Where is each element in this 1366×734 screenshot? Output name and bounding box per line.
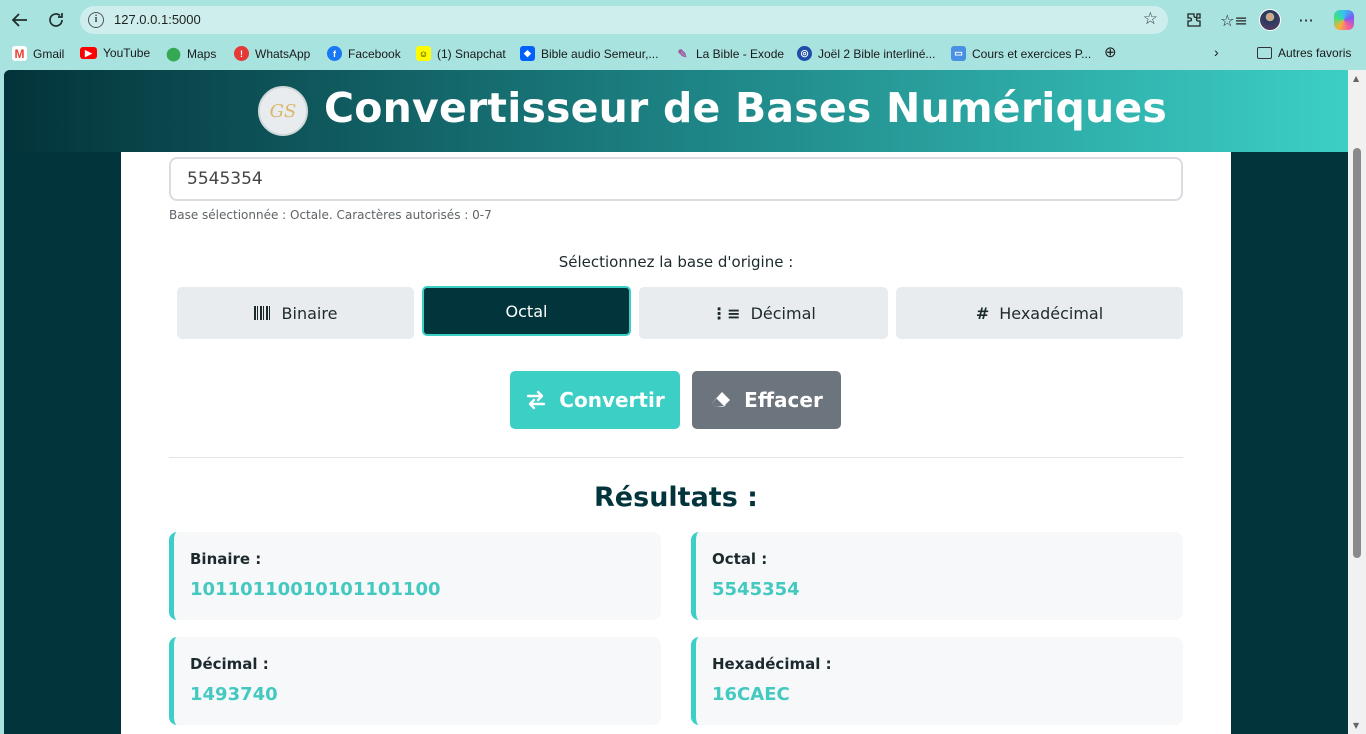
bookmark-label: (1) Snapchat (437, 46, 506, 61)
results-title: Résultats : (594, 482, 758, 513)
barcode-icon (253, 306, 272, 320)
base-hint: Base sélectionnée : Octale. Caractères a… (169, 208, 492, 222)
base-decimal-button[interactable]: ⋮≡ Décimal (639, 287, 888, 339)
app-logo: GS (258, 86, 308, 136)
globe-icon[interactable]: ⊕ (1104, 43, 1117, 61)
result-binary: Binaire : 10110110010101101100 (169, 532, 661, 620)
bookmark-joel[interactable]: ◎ Joël 2 Bible interliné... (797, 46, 935, 61)
base-hex-button[interactable]: # Hexadécimal (896, 287, 1183, 339)
convert-button[interactable]: Convertir (510, 371, 680, 429)
result-hex-value: 16CAEC (712, 684, 790, 705)
address-url[interactable]: 127.0.0.1:5000 (114, 12, 201, 27)
more-menu-icon[interactable]: ··· (1294, 8, 1318, 32)
other-favorites-label: Autres favoris (1278, 46, 1352, 60)
logo-text: GS (269, 100, 297, 122)
bible-globe-icon: ◎ (797, 46, 812, 61)
result-decimal: Décimal : 1493740 (169, 637, 661, 725)
result-decimal-value: 1493740 (190, 684, 278, 705)
bookmarks-bar: M Gmail ▶ YouTube ⬤ Maps ! WhatsApp f Fa… (0, 40, 1366, 68)
bookmark-label: La Bible - Exode (696, 46, 785, 61)
select-base-label: Sélectionnez la base d'origine : (558, 253, 794, 271)
base-octal-label: Octal (505, 301, 548, 321)
page-scrollbar[interactable]: ▲ ▼ (1348, 70, 1366, 734)
maps-icon: ⬤ (166, 45, 181, 61)
bookmark-gmail[interactable]: M Gmail (12, 46, 64, 61)
dropbox-icon: ◆ (520, 46, 535, 61)
bookmark-label: Cours et exercices P... (972, 46, 1092, 61)
copilot-logo (1334, 10, 1354, 30)
bookmark-facebook[interactable]: f Facebook (327, 46, 401, 61)
bookmark-label: WhatsApp (255, 46, 311, 61)
exchange-icon (527, 390, 546, 410)
avatar (1259, 9, 1281, 31)
convert-label: Convertir (559, 388, 665, 412)
bookmark-label: Joël 2 Bible interliné... (818, 46, 936, 61)
result-decimal-label: Décimal : (190, 655, 269, 673)
bible-icon: ✎ (677, 46, 688, 61)
base-octal-button[interactable]: Octal (422, 286, 631, 336)
profile-avatar[interactable] (1258, 8, 1282, 32)
course-icon: ▭ (951, 46, 966, 61)
bookmark-label: YouTube (103, 46, 151, 60)
converter-card: Base sélectionnée : Octale. Caractères a… (121, 152, 1231, 734)
site-info-icon[interactable]: i (88, 12, 104, 28)
result-binary-value: 10110110010101101100 (190, 579, 441, 600)
whatsapp-icon: ! (234, 46, 249, 61)
bookmark-label: Gmail (33, 46, 65, 61)
copilot-icon[interactable] (1332, 8, 1356, 32)
page-title: Convertisseur de Bases Numériques (324, 84, 1168, 132)
chevron-right-icon[interactable]: › (1214, 44, 1219, 60)
result-octal-value: 5545354 (712, 579, 800, 600)
folder-icon (1257, 47, 1272, 59)
youtube-icon: ▶ (80, 47, 97, 59)
bookmark-label: Bible audio Semeur,... (541, 46, 659, 61)
gmail-icon: M (12, 46, 27, 61)
base-binary-label: Binaire (281, 303, 338, 323)
favorite-star-icon[interactable]: ☆ (1143, 9, 1158, 29)
result-binary-label: Binaire : (190, 550, 262, 568)
bookmark-maps[interactable]: ⬤ Maps (166, 46, 216, 61)
clear-button[interactable]: Effacer (692, 371, 841, 429)
ordered-list-icon: ⋮≡ (711, 303, 741, 323)
back-icon[interactable] (8, 8, 32, 32)
bookmark-label: Facebook (348, 46, 401, 61)
result-hex: Hexadécimal : 16CAEC (691, 637, 1183, 725)
divider (169, 457, 1183, 458)
result-octal-label: Octal : (712, 550, 768, 568)
scroll-up-icon[interactable]: ▲ (1353, 74, 1359, 83)
bookmark-label: Maps (187, 46, 217, 61)
eraser-icon (712, 392, 731, 407)
base-binary-button[interactable]: Binaire (177, 287, 414, 339)
base-hex-label: Hexadécimal (999, 303, 1104, 323)
bookmark-snapchat[interactable]: ☺ (1) Snapchat (416, 46, 506, 61)
result-octal: Octal : 5545354 (691, 532, 1183, 620)
address-bar[interactable]: i 127.0.0.1:5000 ☆ (80, 6, 1168, 34)
bookmark-youtube[interactable]: ▶ YouTube (80, 46, 150, 60)
bookmark-bible-exode[interactable]: ✎ La Bible - Exode (675, 46, 784, 61)
app-header: GS Convertisseur de Bases Numériques (4, 70, 1348, 152)
facebook-icon: f (327, 46, 342, 61)
other-favorites[interactable]: Autres favoris (1257, 46, 1351, 60)
reload-icon[interactable] (44, 8, 68, 32)
snapchat-icon: ☺ (416, 46, 431, 61)
result-hex-label: Hexadécimal : (712, 655, 832, 673)
page-viewport: GS Convertisseur de Bases Numériques Bas… (4, 70, 1366, 734)
bookmark-whatsapp[interactable]: ! WhatsApp (234, 46, 310, 61)
extensions-icon[interactable] (1182, 8, 1206, 32)
base-decimal-label: Décimal (750, 303, 816, 323)
bookmark-cours[interactable]: ▭ Cours et exercices P... (951, 46, 1091, 61)
hash-icon: # (975, 303, 990, 323)
scroll-down-icon[interactable]: ▼ (1353, 721, 1359, 730)
number-input[interactable] (169, 157, 1183, 201)
scrollbar-thumb[interactable] (1353, 148, 1361, 558)
bookmark-bible-audio[interactable]: ◆ Bible audio Semeur,... (520, 46, 658, 61)
favorites-icon[interactable]: ☆≡ (1220, 8, 1248, 32)
clear-label: Effacer (744, 388, 823, 412)
browser-toolbar: i 127.0.0.1:5000 ☆ ☆≡ ··· (0, 0, 1366, 40)
